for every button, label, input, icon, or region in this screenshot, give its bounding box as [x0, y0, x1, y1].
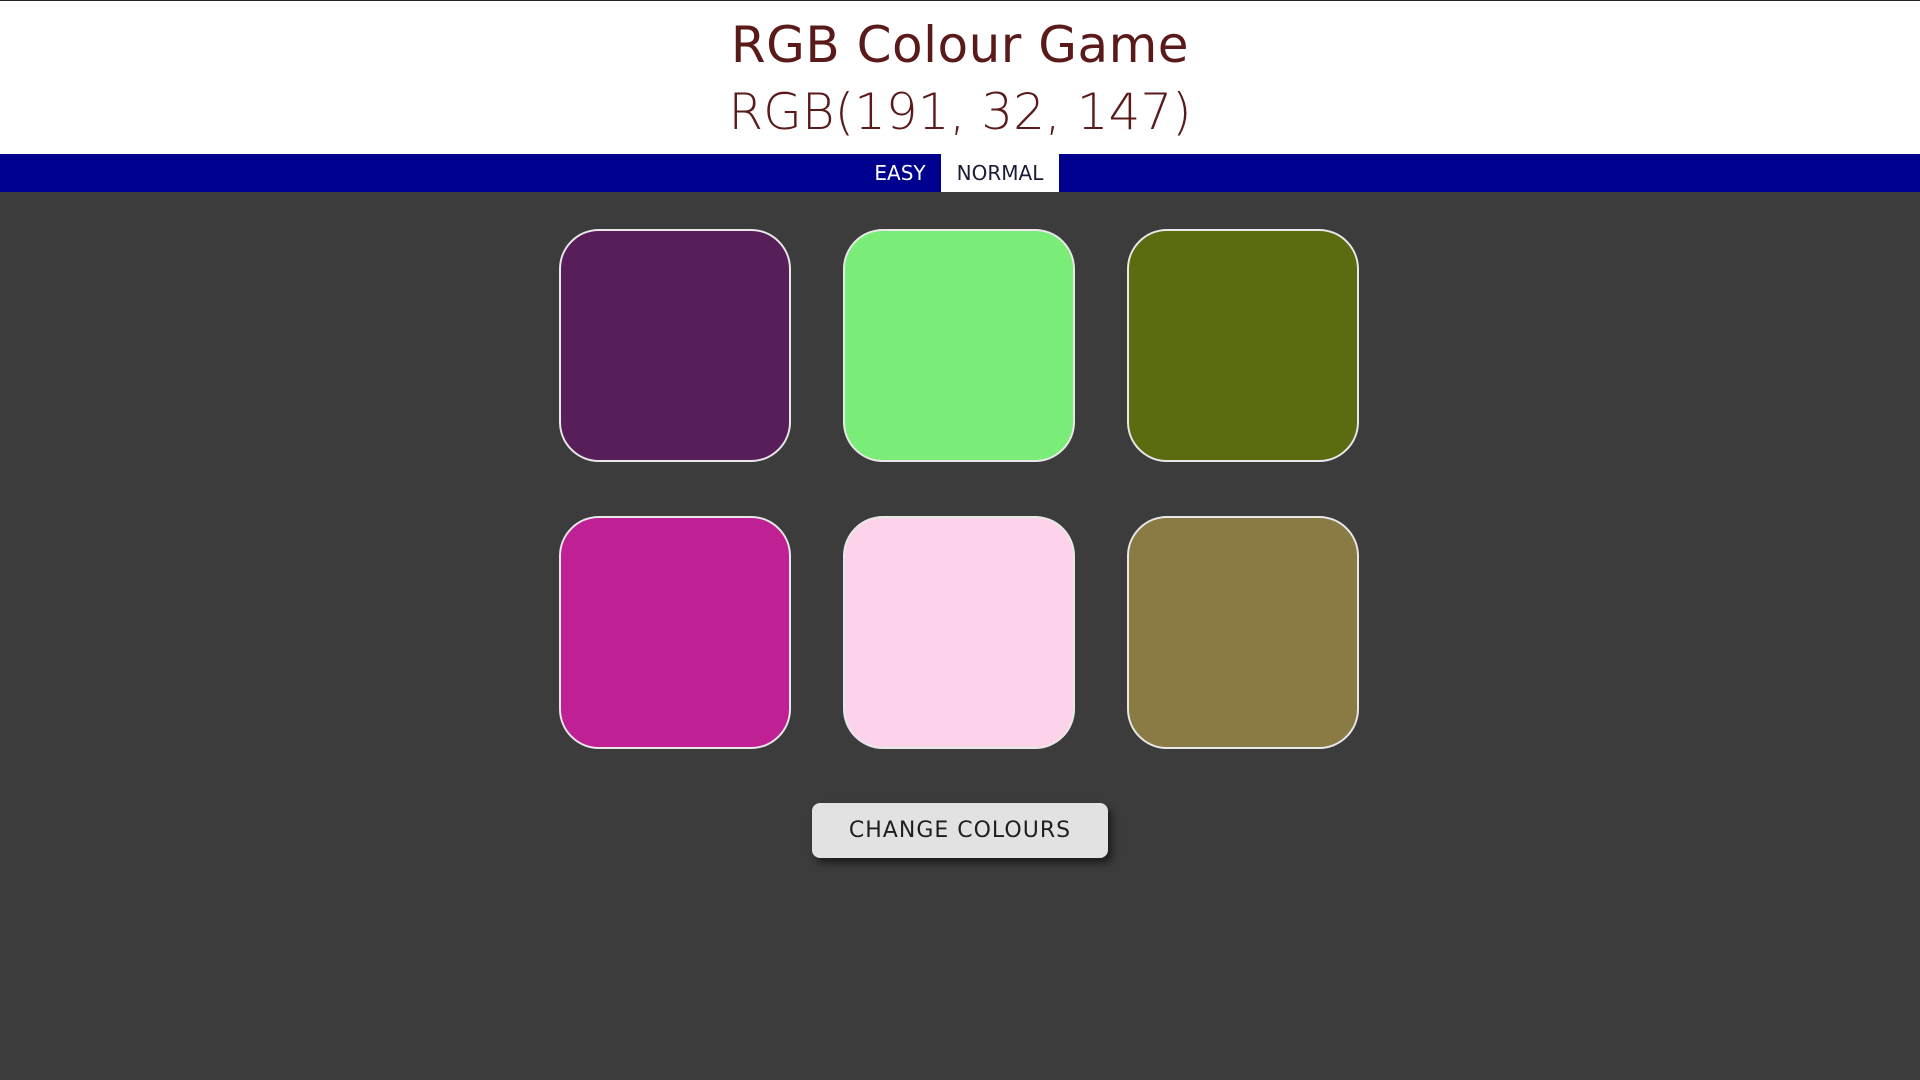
- normal-mode-button[interactable]: NORMAL: [941, 154, 1059, 192]
- easy-mode-button[interactable]: EASY: [860, 154, 940, 192]
- colour-square-3[interactable]: [1127, 229, 1359, 462]
- change-colours-button[interactable]: CHANGE COLOURS: [812, 803, 1108, 858]
- colour-square-1[interactable]: [559, 229, 791, 462]
- colour-square-2[interactable]: [843, 229, 1075, 462]
- target-rgb-display: RGB(191, 32, 147): [728, 83, 1192, 141]
- header: RGB Colour Game RGB(191, 32, 147): [0, 0, 1920, 154]
- colour-square-4[interactable]: [559, 516, 791, 749]
- colour-square-6[interactable]: [1127, 516, 1359, 749]
- colour-square-5[interactable]: [843, 516, 1075, 749]
- page-title: RGB Colour Game: [730, 16, 1190, 74]
- difficulty-navbar: EASY NORMAL: [0, 154, 1920, 192]
